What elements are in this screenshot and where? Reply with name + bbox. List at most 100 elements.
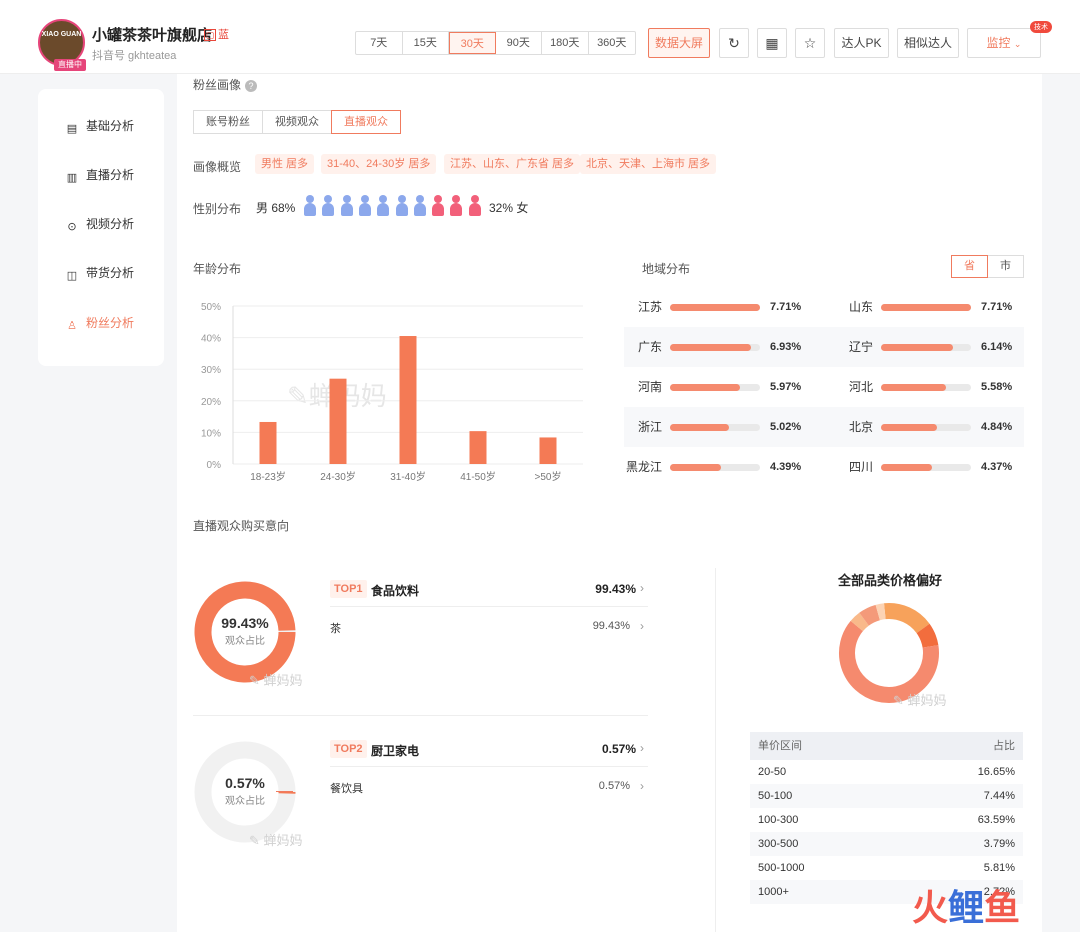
tab-live-audience[interactable]: 直播观众 bbox=[331, 110, 401, 134]
day-option[interactable]: 30天 bbox=[449, 32, 496, 54]
top-header: XIAO GUAN 直播中 小罐茶茶叶旗舰店 ▢ 蓝 抖音号 gkhteatea … bbox=[0, 0, 1080, 74]
female-person-icon bbox=[449, 195, 463, 217]
gender-label: 性别分布 bbox=[193, 202, 242, 216]
region-value: 4.37% bbox=[981, 461, 1013, 473]
fans-portrait-label: 粉丝画像 bbox=[193, 78, 242, 92]
refresh-icon: ↻ bbox=[728, 35, 740, 51]
chevron-right-icon[interactable]: › bbox=[640, 619, 644, 633]
region-name: 浙江 bbox=[637, 420, 662, 434]
y-tick-label: 0% bbox=[207, 460, 222, 471]
toggle-province[interactable]: 省 bbox=[951, 255, 988, 278]
region-bar-track bbox=[670, 344, 760, 351]
sidebar-item-fans[interactable]: ♙ 粉丝分析 bbox=[66, 313, 134, 333]
date-range-selector: 7天 15天 30天 90天 180天 360天 bbox=[355, 31, 636, 55]
day-option[interactable]: 90天 bbox=[496, 32, 542, 54]
divider bbox=[193, 715, 648, 716]
top-rank-badge: TOP2 bbox=[330, 740, 367, 758]
age-title: 年龄分布 bbox=[193, 262, 242, 276]
category-share: 0.57% bbox=[601, 742, 636, 756]
sidebar-item-goods[interactable]: ◫ 带货分析 bbox=[66, 263, 134, 283]
purchase-watermark: ✎ 蝉妈妈 bbox=[249, 670, 303, 689]
sidebar-item-video[interactable]: ⊙ 视频分析 bbox=[66, 214, 134, 234]
region-bar-fill bbox=[881, 304, 971, 311]
favorite-button[interactable]: ☆ bbox=[795, 28, 825, 58]
day-option[interactable]: 180天 bbox=[542, 32, 589, 54]
female-person-icon bbox=[468, 195, 482, 217]
region-bar-track bbox=[670, 424, 760, 431]
y-tick-label: 20% bbox=[201, 397, 221, 408]
chevron-right-icon[interactable]: › bbox=[640, 779, 644, 793]
price-pref-title: 全部品类价格偏好 bbox=[837, 573, 942, 588]
region-level-toggle: 省 市 bbox=[951, 255, 1024, 278]
big-screen-button[interactable]: 数据大屏 bbox=[648, 28, 710, 58]
divider bbox=[330, 606, 648, 607]
x-tick-label: 24-30岁 bbox=[320, 470, 356, 483]
region-bar-fill bbox=[670, 304, 760, 311]
tab-video-audience[interactable]: 视频观众 bbox=[262, 110, 332, 134]
price-range: 20-50 bbox=[758, 766, 787, 778]
region-value: 5.97% bbox=[770, 381, 802, 393]
y-tick-label: 40% bbox=[201, 334, 221, 345]
donut-sublabel: 观众占比 bbox=[225, 796, 265, 807]
daren-pk-button[interactable]: 达人PK bbox=[834, 28, 889, 58]
region-bar-fill bbox=[881, 384, 947, 391]
subcategory-name: 餐饮具 bbox=[330, 783, 363, 795]
male-person-icon bbox=[303, 195, 317, 217]
price-range: 500-1000 bbox=[758, 862, 805, 874]
region-bar-track bbox=[670, 464, 760, 471]
chevron-right-icon[interactable]: › bbox=[640, 741, 644, 755]
live-icon: ▥ bbox=[66, 172, 78, 184]
price-donut-segment bbox=[884, 603, 930, 634]
toggle-city[interactable]: 市 bbox=[987, 255, 1024, 278]
user-icon: ♙ bbox=[67, 320, 77, 332]
region-title: 地域分布 bbox=[642, 262, 691, 276]
region-value: 5.58% bbox=[981, 381, 1013, 393]
subcategory-name: 茶 bbox=[330, 623, 341, 635]
female-person-icon bbox=[431, 195, 445, 217]
chevron-right-icon[interactable]: › bbox=[640, 581, 644, 595]
region-name: 四川 bbox=[848, 460, 873, 474]
sidebar-item-basic[interactable]: ▤ 基础分析 bbox=[66, 116, 134, 136]
region-bar-fill bbox=[881, 424, 938, 431]
monitor-label: 监控 bbox=[986, 36, 1011, 50]
donut-leader-line bbox=[276, 791, 293, 792]
star-icon: ☆ bbox=[803, 35, 817, 51]
fans-portrait-title: 粉丝画像? bbox=[193, 76, 258, 93]
male-person-icon bbox=[395, 195, 409, 217]
similar-daren-button[interactable]: 相似达人 bbox=[897, 28, 959, 58]
hot-badge: 技术 bbox=[1030, 21, 1052, 33]
donut-center: 99.43% 观众占比 bbox=[193, 580, 297, 684]
sidebar-item-live[interactable]: ▥ 直播分析 bbox=[66, 165, 134, 185]
price-watermark: ✎ 蝉妈妈 bbox=[893, 690, 947, 709]
overview-chip: 男性 居多 bbox=[255, 154, 315, 174]
brand-char: 火 bbox=[912, 887, 949, 928]
purchase-donut-1: 99.43% 观众占比 bbox=[193, 580, 297, 684]
overview-chip: 31-40、24-30岁 居多 bbox=[321, 154, 437, 174]
chevron-down-icon: ⌄ bbox=[1013, 39, 1022, 49]
brand-watermark: 火鲤鱼 bbox=[912, 888, 1020, 928]
price-row: 50-100 7.44% bbox=[750, 784, 1023, 808]
region-bar-fill bbox=[670, 424, 729, 431]
monitor-button[interactable]: 监控 ⌄ bbox=[967, 28, 1041, 58]
day-option[interactable]: 360天 bbox=[589, 32, 636, 54]
region-name: 辽宁 bbox=[848, 340, 873, 354]
purchase-donut-2: 0.57% 观众占比 bbox=[193, 740, 297, 844]
age-bar bbox=[399, 336, 417, 464]
refresh-button[interactable]: ↻ bbox=[719, 28, 749, 58]
category-name: 厨卫家电 bbox=[371, 744, 420, 758]
main-panel: 粉丝画像? 账号粉丝 视频观众 直播观众 画像概览 男性 居多 31-40、24… bbox=[177, 74, 1042, 932]
qrcode-icon: ▦ bbox=[765, 35, 779, 51]
shop-avatar[interactable]: XIAO GUAN 直播中 bbox=[38, 19, 86, 71]
price-share: 3.79% bbox=[983, 838, 1015, 850]
overview-chip: 江苏、山东、广东省 居多 bbox=[444, 154, 581, 174]
day-option[interactable]: 7天 bbox=[356, 32, 403, 54]
watermark-text: 蝉妈妈 bbox=[263, 673, 303, 688]
region-row: 江苏 7.71% 山东 7.71% bbox=[624, 287, 1024, 327]
day-option[interactable]: 15天 bbox=[403, 32, 449, 54]
price-donut-segment bbox=[875, 603, 886, 621]
qrcode-button[interactable]: ▦ bbox=[757, 28, 787, 58]
help-icon[interactable]: ? bbox=[245, 80, 258, 92]
tab-account-fans[interactable]: 账号粉丝 bbox=[193, 110, 263, 134]
region-value: 4.39% bbox=[770, 461, 802, 473]
sidebar-item-label: 基础分析 bbox=[86, 119, 135, 133]
